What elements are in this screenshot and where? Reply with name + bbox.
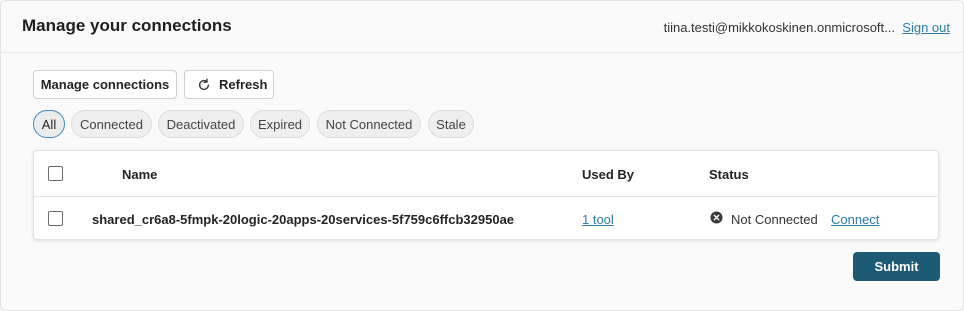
select-all-checkbox[interactable] <box>48 166 63 181</box>
filter-stale[interactable]: Stale <box>428 110 474 138</box>
page-title: Manage your connections <box>22 16 232 35</box>
filter-deactivated[interactable]: Deactivated <box>158 110 244 138</box>
error-circle-icon <box>710 211 723 224</box>
filter-expired[interactable]: Expired <box>250 110 310 138</box>
filter-connected[interactable]: Connected <box>71 110 152 138</box>
refresh-button[interactable]: Refresh <box>184 70 274 99</box>
table-header: Name Used By Status <box>34 151 938 197</box>
submit-button[interactable]: Submit <box>853 252 940 281</box>
refresh-icon <box>198 77 210 90</box>
connections-table: Name Used By Status shared_cr6a8-5fmpk-2… <box>33 150 939 240</box>
refresh-label: Refresh <box>219 77 268 92</box>
connect-link[interactable]: Connect <box>831 212 879 227</box>
row-checkbox[interactable] <box>48 211 63 226</box>
submit-label: Submit <box>874 259 919 274</box>
user-email: tiina.testi@mikkokoskinen.onmicrosoft... <box>663 20 895 35</box>
column-header-status: Status <box>709 167 749 182</box>
column-header-used-by: Used By <box>582 167 635 182</box>
filter-all[interactable]: All <box>33 110 65 138</box>
connections-panel: Manage your connections tiina.testi@mikk… <box>0 0 964 311</box>
used-by-link[interactable]: 1 tool <box>582 212 614 227</box>
header: Manage your connections tiina.testi@mikk… <box>1 1 963 53</box>
connection-name: shared_cr6a8-5fmpk-20logic-20apps-20serv… <box>92 212 515 227</box>
manage-connections-button[interactable]: Manage connections <box>33 70 177 99</box>
column-header-name: Name <box>122 167 158 182</box>
manage-connections-label: Manage connections <box>40 77 170 92</box>
sign-out-link[interactable]: Sign out <box>902 20 950 35</box>
status-text: Not Connected <box>731 212 818 227</box>
filter-not-connected[interactable]: Not Connected <box>317 110 421 138</box>
